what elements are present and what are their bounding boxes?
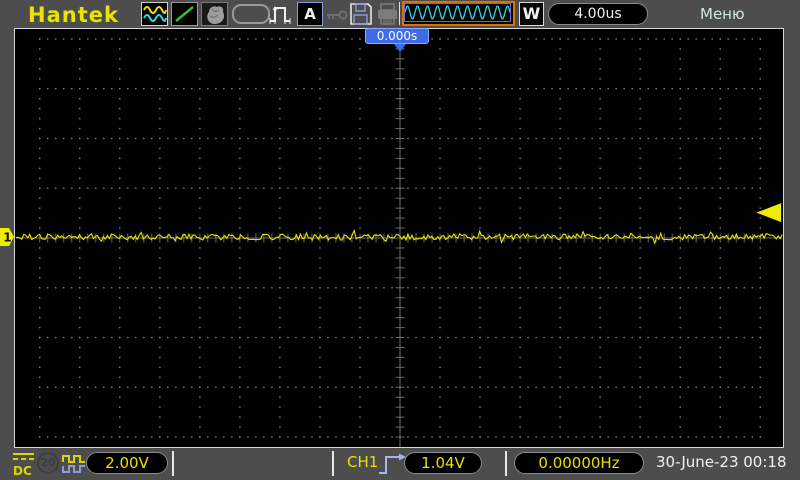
- hand-icon[interactable]: [201, 2, 228, 26]
- trigger-position-marker[interactable]: 0.000s: [365, 28, 429, 44]
- channel1-marker[interactable]: 1: [0, 228, 14, 250]
- auto-icon[interactable]: A: [297, 2, 323, 26]
- bandwidth-limit-badge: 20: [37, 452, 59, 474]
- acquire-preview-frame: [404, 3, 511, 22]
- waveform-display: [14, 28, 784, 448]
- acquire-preview-icon: [402, 1, 515, 26]
- trigger-source-label: CH1: [347, 453, 378, 471]
- trigger-level-readout: 1.04V: [404, 452, 482, 474]
- timebase-readout: 4.00us: [548, 3, 648, 25]
- datetime-display: 30-June-23 00:18: [656, 453, 787, 471]
- invert-waveform-icon[interactable]: [62, 452, 86, 480]
- save-icon[interactable]: [348, 2, 373, 30]
- dc-coupling-label: DC: [13, 464, 32, 478]
- menu-button[interactable]: Меню: [700, 5, 745, 23]
- measure-line-icon[interactable]: [171, 2, 198, 26]
- window-mode-label: W: [523, 4, 541, 23]
- frequency-counter-readout: 0.00000Hz: [514, 452, 644, 474]
- volts-per-div-readout: 2.00V: [86, 452, 168, 474]
- brand-logo: Hantek: [28, 3, 119, 27]
- oscilloscope-screen: Hantek A: [0, 0, 800, 480]
- topbar-separator: [399, 2, 400, 25]
- graticule: [15, 29, 783, 447]
- key-icon[interactable]: [325, 7, 349, 26]
- empty-slot: [232, 4, 270, 24]
- trigger-position-pointer-icon: [394, 44, 406, 52]
- print-icon[interactable]: [376, 2, 399, 30]
- channel-waveforms-icon[interactable]: [141, 2, 168, 26]
- dc-coupling-icon[interactable]: DC: [11, 451, 37, 480]
- auto-label: A: [304, 5, 316, 23]
- bandwidth-limit-label: 20: [40, 456, 55, 469]
- status-bar: DC 20 2.00V CH1 1.04V 0.00000Hz 30-June-…: [0, 448, 800, 480]
- trigger-position-label: 0.000s: [377, 29, 418, 43]
- window-mode-button[interactable]: W: [519, 2, 544, 26]
- pulse-icon[interactable]: [267, 2, 295, 30]
- statusbar-separator: [172, 451, 174, 476]
- statusbar-separator: [332, 451, 334, 476]
- statusbar-separator: [505, 451, 507, 476]
- channel1-marker-label: 1: [3, 231, 11, 245]
